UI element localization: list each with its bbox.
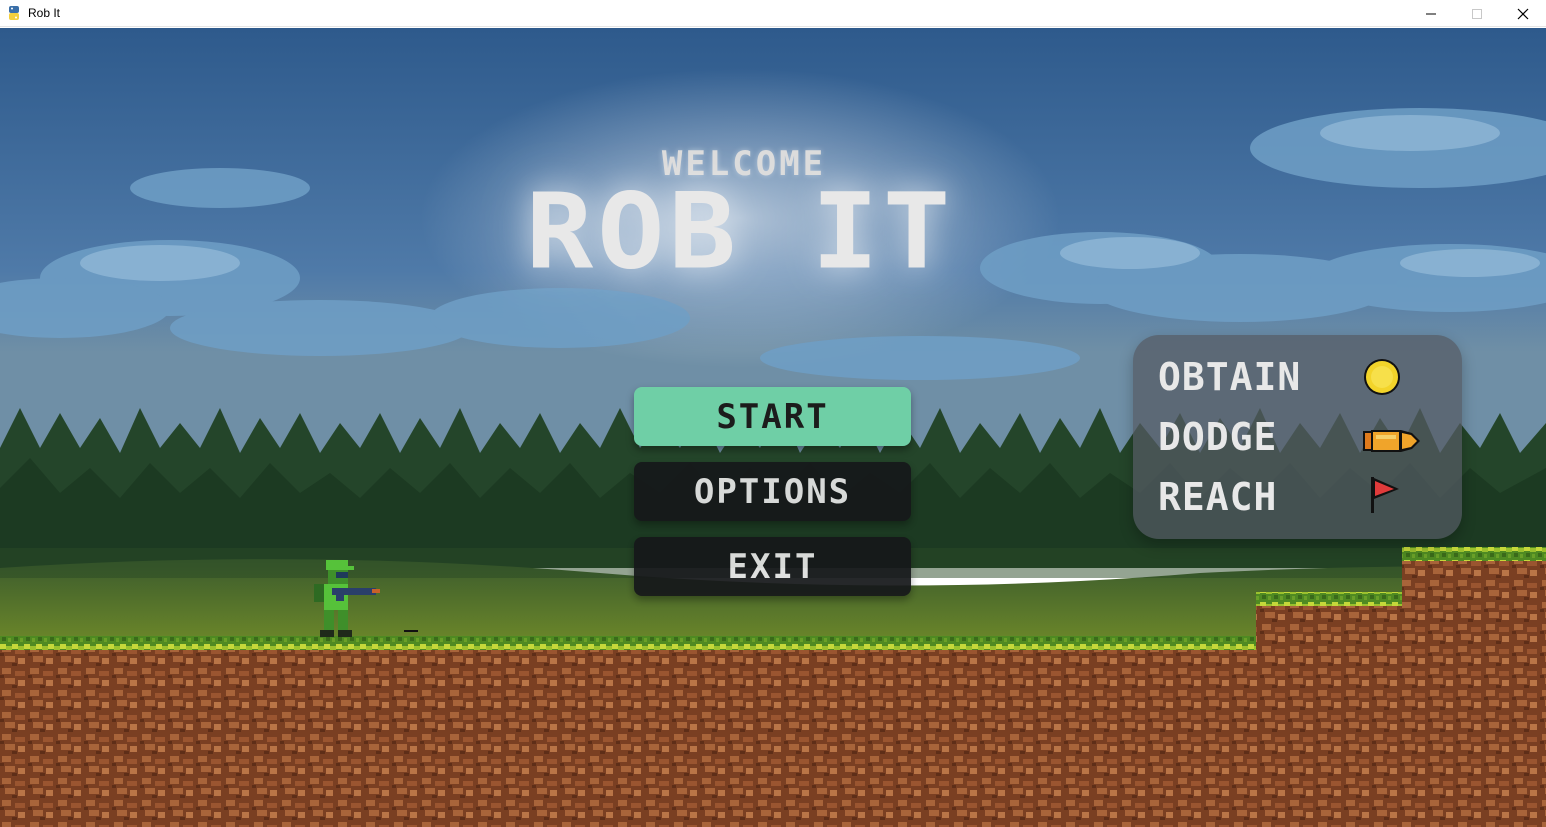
objectives-panel: OBTAIN DODGE REACH bbox=[1133, 335, 1462, 539]
player-character bbox=[314, 560, 380, 637]
close-icon[interactable] bbox=[1500, 0, 1546, 27]
objective-label: OBTAIN bbox=[1158, 355, 1302, 399]
window-titlebar: Rob It bbox=[0, 0, 1546, 27]
exit-button[interactable]: EXIT bbox=[634, 537, 911, 596]
window-title: Rob It bbox=[28, 6, 61, 20]
coin-icon bbox=[1364, 359, 1400, 395]
minimize-icon[interactable] bbox=[1408, 0, 1454, 27]
maximize-icon[interactable] bbox=[1454, 0, 1500, 27]
options-button[interactable]: OPTIONS bbox=[634, 462, 911, 521]
start-button[interactable]: START bbox=[634, 387, 911, 446]
objective-dodge: DODGE bbox=[1158, 412, 1358, 462]
game-title: ROB IT bbox=[525, 171, 955, 293]
objective-obtain: OBTAIN bbox=[1158, 352, 1358, 402]
game-canvas: WELCOME ROB IT START OPTIONS EXIT OBTAIN… bbox=[0, 28, 1546, 827]
window-controls bbox=[1408, 0, 1546, 27]
bullet-icon bbox=[1363, 430, 1420, 452]
objective-reach: REACH bbox=[1158, 472, 1358, 522]
objective-label: DODGE bbox=[1158, 415, 1278, 459]
objective-label: REACH bbox=[1158, 475, 1278, 519]
python-icon bbox=[6, 5, 22, 21]
flag-icon bbox=[1371, 477, 1399, 513]
